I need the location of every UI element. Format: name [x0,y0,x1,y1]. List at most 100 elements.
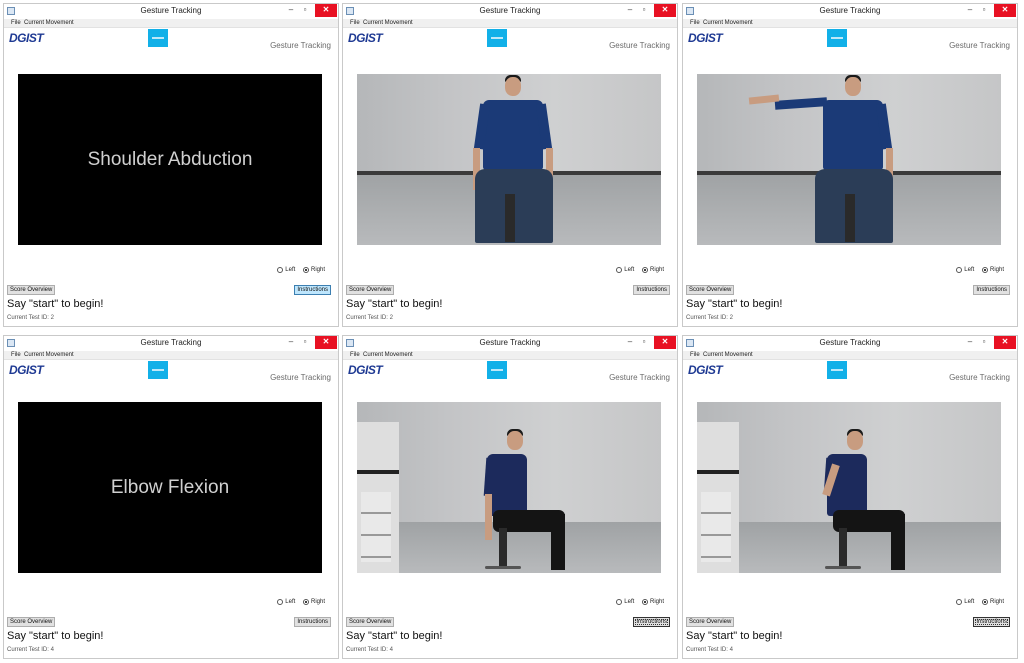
score-overview-button[interactable]: Score Overview [686,617,735,627]
camera-feed [357,74,661,245]
menu-bar: File Current Movement [4,19,338,28]
instructions-button[interactable]: Instructions [633,617,670,627]
menu-current-movement[interactable]: Current Movement [363,20,413,26]
menu-current-movement[interactable]: Current Movement [703,20,753,26]
radio-left[interactable] [956,599,963,605]
app-window-4: Gesture Tracking – ▫ ✕ File Current Move… [3,335,339,659]
score-overview-button[interactable]: Score Overview [346,285,395,295]
radio-right[interactable] [641,267,648,273]
movement-title: Shoulder Abduction [87,148,253,170]
close-button[interactable]: ✕ [654,336,676,349]
stool [505,194,515,242]
video-panel: Shoulder Abduction [18,74,322,245]
title-bar: Gesture Tracking – ▫ ✕ [4,4,338,18]
menu-current-movement[interactable]: Current Movement [703,352,753,358]
menu-file[interactable]: File [350,20,360,26]
video-panel: Elbow Flexion [18,402,322,573]
maximize-button[interactable]: ▫ [978,4,990,17]
camera-feed [697,74,1001,245]
app-header-title: Gesture Tracking [949,41,1010,50]
minimize-button[interactable]: – [624,4,636,17]
close-button[interactable]: ✕ [994,336,1016,349]
menu-bar: File Current Movement [343,351,677,360]
radio-left[interactable] [277,599,284,605]
maximize-button[interactable]: ▫ [299,4,311,17]
menu-file[interactable]: File [11,352,21,358]
instructions-button[interactable]: Instructions [973,617,1010,627]
radio-right[interactable] [302,267,309,273]
menu-bar: File Current Movement [683,351,1017,360]
instructions-button[interactable]: Instructions [973,285,1010,295]
radio-right[interactable] [302,599,309,605]
close-button[interactable]: ✕ [315,4,337,17]
score-overview-button[interactable]: Score Overview [686,285,735,295]
minimize-button[interactable]: – [624,336,636,349]
minimize-button[interactable]: – [285,336,297,349]
menu-file[interactable]: File [690,20,700,26]
menu-current-movement[interactable]: Current Movement [24,20,74,26]
app-window-6: Gesture Tracking – ▫ ✕ File Current Move… [682,335,1018,659]
voice-prompt: Say "start" to begin! [7,298,104,310]
instructions-button[interactable]: Instructions [294,617,331,627]
person-head [845,77,861,96]
dgist-logo: DGIST [688,363,723,377]
radio-left[interactable] [616,599,623,605]
radio-right[interactable] [981,599,988,605]
dgist-logo: DGIST [348,31,383,45]
voice-prompt: Say "start" to begin! [346,630,443,642]
side-selector: Left Right [277,267,331,274]
radio-right[interactable] [981,267,988,273]
radio-left-label: Left [624,267,635,273]
score-overview-button[interactable]: Score Overview [346,617,395,627]
score-overview-button[interactable]: Score Overview [7,285,56,295]
title-bar: Gesture Tracking – ▫ ✕ [683,336,1017,350]
radio-left[interactable] [956,267,963,273]
brand-badge-icon [827,361,847,379]
app-header-title: Gesture Tracking [609,41,670,50]
menu-file[interactable]: File [11,20,21,26]
maximize-button[interactable]: ▫ [638,4,650,17]
maximize-button[interactable]: ▫ [299,336,311,349]
brand-badge-icon [487,361,507,379]
minimize-button[interactable]: – [964,4,976,17]
person-head [847,431,863,450]
person-head [507,431,523,450]
minimize-button[interactable]: – [285,4,297,17]
menu-bar: File Current Movement [4,351,338,360]
score-overview-button[interactable]: Score Overview [7,617,56,627]
radio-right-label: Right [310,267,325,273]
radio-left[interactable] [277,267,284,273]
voice-prompt: Say "start" to begin! [7,630,104,642]
menu-current-movement[interactable]: Current Movement [24,352,74,358]
menu-bar: File Current Movement [683,19,1017,28]
radio-left-label: Left [285,267,296,273]
menu-current-movement[interactable]: Current Movement [363,352,413,358]
camera-feed [357,402,661,573]
current-test-id: Current Test ID: 2 [686,315,733,321]
side-selector: Left Right [956,599,1010,606]
scene-cabinet [697,422,739,573]
close-button[interactable]: ✕ [315,336,337,349]
radio-left[interactable] [616,267,623,273]
title-bar: Gesture Tracking – ▫ ✕ [683,4,1017,18]
current-test-id: Current Test ID: 4 [686,647,733,653]
person-torso [483,100,543,170]
close-button[interactable]: ✕ [654,4,676,17]
radio-right[interactable] [641,599,648,605]
app-header-title: Gesture Tracking [270,373,331,382]
menu-file[interactable]: File [350,352,360,358]
maximize-button[interactable]: ▫ [638,336,650,349]
close-button[interactable]: ✕ [994,4,1016,17]
voice-prompt: Say "start" to begin! [686,298,783,310]
person-torso [823,100,883,170]
current-test-id: Current Test ID: 2 [346,315,393,321]
instructions-button[interactable]: Instructions [633,285,670,295]
maximize-button[interactable]: ▫ [978,336,990,349]
minimize-button[interactable]: – [964,336,976,349]
voice-prompt: Say "start" to begin! [686,630,783,642]
title-bar: Gesture Tracking – ▫ ✕ [4,336,338,350]
brand-badge-icon [487,29,507,47]
menu-file[interactable]: File [690,352,700,358]
side-selector: Left Right [277,599,331,606]
instructions-button[interactable]: Instructions [294,285,331,295]
